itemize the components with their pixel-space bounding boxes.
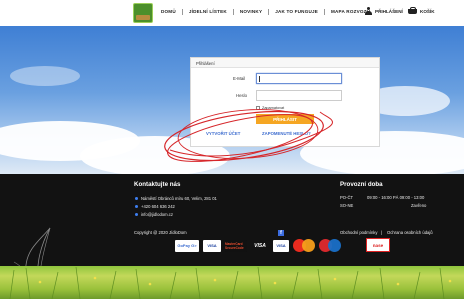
hours-title: Provozní doba <box>340 181 383 188</box>
privacy-link[interactable]: Ochrana osobních údajů <box>387 230 433 235</box>
facebook-icon[interactable]: f <box>278 230 284 236</box>
visa-logo: VISA <box>273 239 289 252</box>
location-icon <box>135 197 138 200</box>
mail-icon <box>135 213 138 216</box>
mastercard-logo <box>293 239 315 252</box>
footer-separator: | <box>381 230 383 235</box>
mastercard-securecode-logo: MasterCard SecureCode <box>225 239 247 252</box>
nase-logo: nase <box>366 238 390 252</box>
contact-title: Kontaktujte nás <box>134 181 181 188</box>
payment-logos: GoPay G> VISA MasterCard SecureCode VISA… <box>175 239 341 252</box>
contact-phone[interactable]: +420 604 636 242 <box>141 204 175 209</box>
hours-time-weekend: Zavřeno <box>411 203 427 208</box>
grass-texture <box>9 266 452 299</box>
terms-link[interactable]: Obchodní podmínky <box>340 230 377 235</box>
maestro-logo <box>319 239 341 252</box>
phone-icon <box>135 205 138 208</box>
visa-logo: VISA <box>254 242 266 249</box>
copyright: Copyright @ 2020 JídloDom <box>134 230 187 235</box>
hours-days-weekday: PO-ČT <box>340 195 354 200</box>
visa-logo: VISA <box>203 239 221 252</box>
hours-time-weekday: 09:00 - 16:00 PÁ 09:00 - 13:00 <box>367 195 425 200</box>
contact-email[interactable]: info@jidlodom.cz <box>141 212 173 217</box>
gopay-logo: GoPay G> <box>175 239 199 252</box>
contact-address: Náměstí Obránců míru 60, Velim, 281 01 <box>141 196 217 201</box>
hours-days-weekend: SO-NE <box>340 203 354 208</box>
